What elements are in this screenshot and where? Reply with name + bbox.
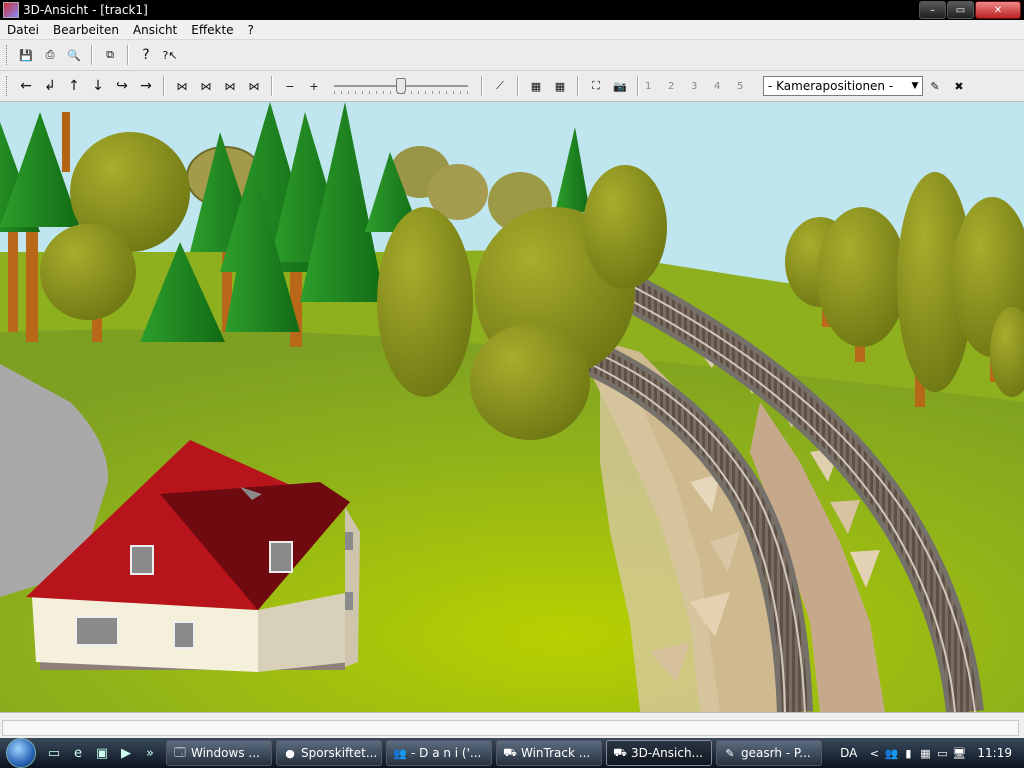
turn-right-icon[interactable]: ↪ [111,75,133,97]
move-right-icon[interactable]: → [135,75,157,97]
fullscreen-icon[interactable]: ⛶ [585,75,607,97]
tray-window-icon[interactable]: ▭ [935,747,949,760]
task-wintrack[interactable]: ⛟ WinTrack ... [496,740,602,766]
grid-icon[interactable]: ▦ [549,75,571,97]
navigation-toolbar: ← ↲ ↑ ↓ ↪ → ⋈ ⋈ ⋈ ⋈ − + ⟋ ▦ ▦ ⛶ 📷 1 2 3 … [0,71,1024,102]
wintrack-3d-icon: ⛟ [613,745,627,759]
print-icon[interactable]: ⎙ [39,44,61,66]
save-icon[interactable]: 💾 [15,44,37,66]
menu-help[interactable]: ? [241,23,261,37]
menu-ansicht[interactable]: Ansicht [126,23,184,37]
toolbar-separator [271,76,273,96]
toolbar-grip[interactable] [6,45,10,65]
status-bar [0,712,1024,739]
camera-slot-1-icon[interactable]: 1 [645,81,667,92]
maximize-button[interactable]: ▭ [947,1,974,19]
walk-up-icon[interactable]: ⋈ [171,75,193,97]
zoom-in-icon[interactable]: + [303,75,325,97]
quicklaunch-more-icon[interactable]: » [140,743,160,763]
app-icon[interactable] [3,2,19,18]
menu-effekte[interactable]: Effekte [184,23,240,37]
camera-icon[interactable]: 📷 [609,75,631,97]
wintrack-icon: ⛟ [503,745,517,759]
minimize-button[interactable]: – [919,1,946,19]
slider-thumb[interactable] [396,78,406,94]
move-forward-icon[interactable]: ↑ [63,75,85,97]
messenger-icon: 👥 [393,746,407,760]
switch-windows-icon[interactable]: ▣ [92,743,112,763]
window-title: 3D-Ansicht - [track1] [23,3,148,17]
close-button[interactable]: ✕ [975,1,1021,19]
tray-users-icon[interactable]: 👥 [884,747,899,760]
zoom-slider[interactable] [334,75,468,97]
system-tray: DA < 👥 ▮ ▦ ▭ 🖥 11:19 [840,738,1024,768]
tray-expand-icon[interactable]: < [867,747,881,760]
toolbar-separator [637,76,639,96]
edit-camera-icon[interactable]: ✎ [924,75,946,97]
toolbar-separator [91,45,93,65]
toolbar-separator [577,76,579,96]
main-toolbar: 💾 ⎙ 🔍 ⧉ ? ?↖ [0,40,1024,71]
task-3d-ansicht[interactable]: ⛟ 3D-Ansich... [606,740,712,766]
camera-slot-4-icon[interactable]: 4 [714,81,736,92]
menu-datei[interactable]: Datei [0,23,46,37]
context-help-icon[interactable]: ?↖ [159,44,181,66]
task-label: - D a n i ('... [411,746,482,760]
task-label: geasrh - P... [741,746,811,760]
toolbar-separator [127,45,129,65]
track-tool-icon[interactable]: ⟋ [489,75,511,97]
tray-grid-icon[interactable]: ▦ [918,747,932,760]
task-label: Sporskiftet... [301,746,378,760]
move-left-icon[interactable]: ← [15,75,37,97]
start-button[interactable] [0,738,42,768]
language-indicator[interactable]: DA [840,746,857,760]
help-icon[interactable]: ? [135,44,157,66]
network-icon[interactable]: 🖥 [952,747,966,760]
copy-icon[interactable]: ⧉ [99,44,121,66]
3d-scene [0,102,1024,712]
explorer-icon: 🗔 [174,745,186,759]
internet-explorer-icon[interactable]: e [68,743,88,763]
paint-icon: ✎ [725,746,735,760]
task-sporskiftet[interactable]: ● Sporskiftet... [276,740,382,766]
task-label: WinTrack ... [521,746,591,760]
title-bar: 3D-Ansicht - [track1] – ▭ ✕ [0,0,1024,20]
firefox-icon: ● [285,746,295,760]
toolbar-grip[interactable] [6,76,10,96]
camera-position-value: - Kamerapositionen - [768,79,894,93]
walk-reset-icon[interactable]: ⋈ [243,75,265,97]
move-back-icon[interactable]: ↓ [87,75,109,97]
3d-viewport[interactable] [0,102,1024,712]
camera-slot-2-icon[interactable]: 2 [668,81,690,92]
status-pane [2,720,1019,736]
toolbar-separator [163,76,165,96]
menu-bearbeiten[interactable]: Bearbeiten [46,23,126,37]
media-player-icon[interactable]: ▶ [116,743,136,763]
taskbar: ▭ e ▣ ▶ » 🗔 Windows ... ● Sporskiftet...… [0,738,1024,768]
camera-position-select[interactable]: - Kamerapositionen - ▼ [763,76,923,96]
task-dani[interactable]: 👥 - D a n i ('... [386,740,492,766]
task-paint[interactable]: ✎ geasrh - P... [716,740,822,766]
walk-down-icon[interactable]: ⋈ [195,75,217,97]
toolbar-separator [517,76,519,96]
chevron-down-icon[interactable]: ▼ [908,81,922,91]
task-label: 3D-Ansich... [631,746,703,760]
terrain-icon[interactable]: ▦ [525,75,547,97]
turn-left-icon[interactable]: ↲ [39,75,61,97]
show-desktop-icon[interactable]: ▭ [44,743,64,763]
zoom-out-icon[interactable]: − [279,75,301,97]
walk-tilt-icon[interactable]: ⋈ [219,75,241,97]
clock[interactable]: 11:19 [977,746,1012,760]
menu-bar: Datei Bearbeiten Ansicht Effekte ? [0,20,1024,40]
toolbar-separator [481,76,483,96]
windows-logo-icon [6,738,36,768]
print-preview-icon[interactable]: 🔍 [63,44,85,66]
task-label: Windows ... [191,746,260,760]
task-windows[interactable]: 🗔 Windows ... [166,740,272,766]
delete-camera-icon[interactable]: ✖ [948,75,970,97]
tray-battery-icon[interactable]: ▮ [901,747,915,760]
camera-slot-5-icon[interactable]: 5 [737,81,759,92]
camera-slot-3-icon[interactable]: 3 [691,81,713,92]
